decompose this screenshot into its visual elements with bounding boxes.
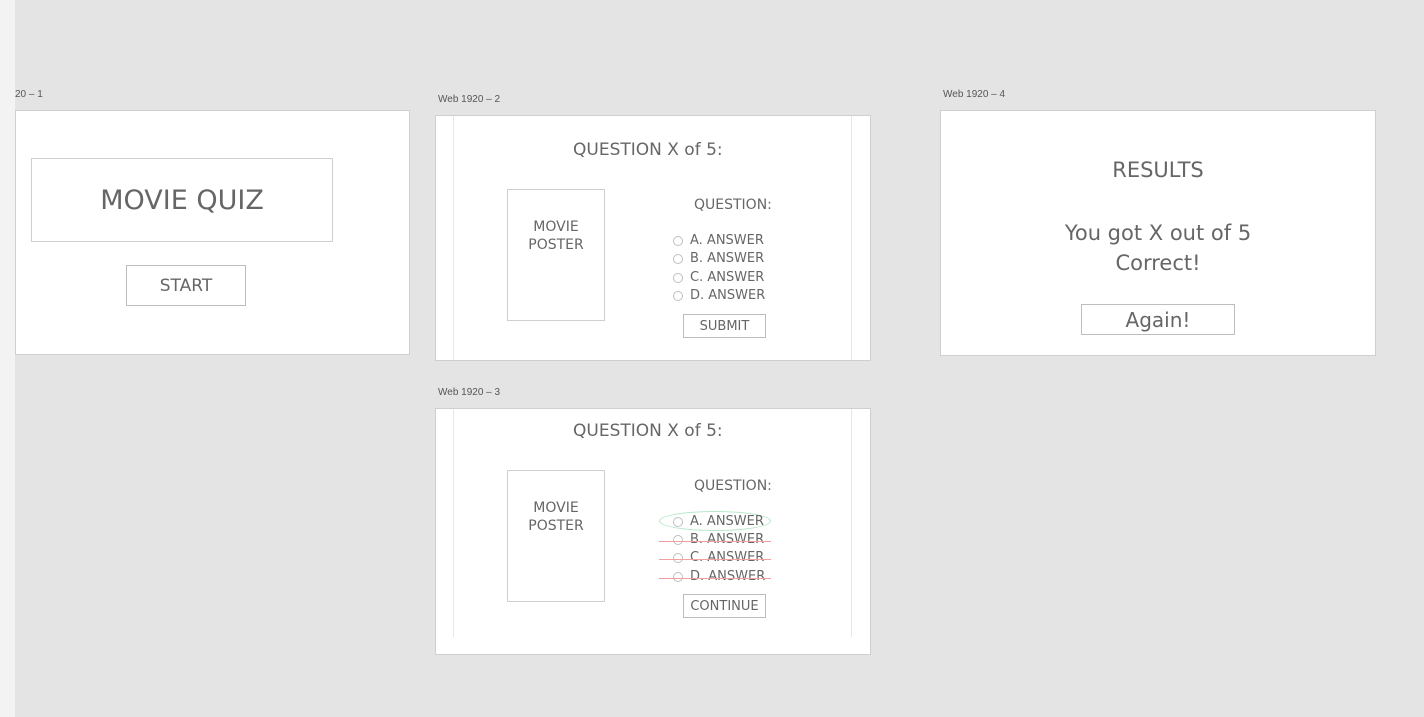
answer-label: D. ANSWER [690,569,766,584]
answer-label: C. ANSWER [690,270,765,285]
radio-icon[interactable] [673,254,683,264]
answer-label: D. ANSWER [690,288,766,303]
artboard-start[interactable]: MOVIE QUIZ START [15,110,410,355]
artboard-label-3[interactable]: Web 1920 – 3 [438,387,500,398]
radio-icon[interactable] [673,236,683,246]
movie-poster-placeholder: MOVIE POSTER [507,189,605,321]
submit-button[interactable]: SUBMIT [683,314,766,338]
question-label: QUESTION: [694,478,772,494]
layout-guide-right [851,116,852,360]
radio-icon[interactable] [673,535,683,545]
artboard-label-4[interactable]: Web 1920 – 4 [943,89,1005,100]
radio-icon[interactable] [673,553,683,563]
movie-poster-placeholder: MOVIE POSTER [507,470,605,602]
poster-label-line2: POSTER [528,237,584,253]
poster-label-line2: POSTER [528,518,584,534]
artboard-question[interactable]: QUESTION X of 5: MOVIE POSTER QUESTION: … [435,115,871,361]
incorrect-strikethrough [659,578,771,579]
question-heading: QUESTION X of 5: [573,140,723,160]
question-label: QUESTION: [694,197,772,213]
results-title: RESULTS [1112,158,1204,182]
poster-label-line1: MOVIE [533,219,579,235]
incorrect-strikethrough [659,541,771,542]
artboard-label-1[interactable]: 20 – 1 [15,89,43,100]
layout-guide-right [851,409,852,637]
radio-icon[interactable] [673,572,683,582]
answer-label: B. ANSWER [690,532,765,547]
radio-icon[interactable] [673,273,683,283]
artboard-results[interactable]: RESULTS You got X out of 5 Correct! Agai… [940,110,1376,356]
score-text-line1: You got X out of 5 [1064,221,1252,245]
design-canvas[interactable]: 20 – 1 MOVIE QUIZ START Web 1920 – 2 QUE… [15,0,1424,717]
question-heading: QUESTION X of 5: [573,421,723,441]
layout-guide-left [453,409,454,637]
panel-edge [0,0,15,717]
layout-guide-left [453,116,454,360]
radio-icon[interactable] [673,291,683,301]
start-button[interactable]: START [126,265,246,306]
again-button[interactable]: Again! [1081,304,1235,335]
answer-label: A. ANSWER [690,514,764,529]
artboard-label-2[interactable]: Web 1920 – 2 [438,94,500,105]
artboard-answer-feedback[interactable]: QUESTION X of 5: MOVIE POSTER QUESTION: … [435,408,871,655]
radio-icon[interactable] [673,517,683,527]
continue-button[interactable]: CONTINUE [683,594,766,618]
quiz-title-box: MOVIE QUIZ [31,158,333,242]
answer-label: B. ANSWER [690,251,765,266]
answer-label: C. ANSWER [690,550,765,565]
answer-label: A. ANSWER [690,233,764,248]
incorrect-strikethrough [659,559,771,560]
poster-label-line1: MOVIE [533,500,579,516]
score-text-line2: Correct! [1115,251,1201,275]
